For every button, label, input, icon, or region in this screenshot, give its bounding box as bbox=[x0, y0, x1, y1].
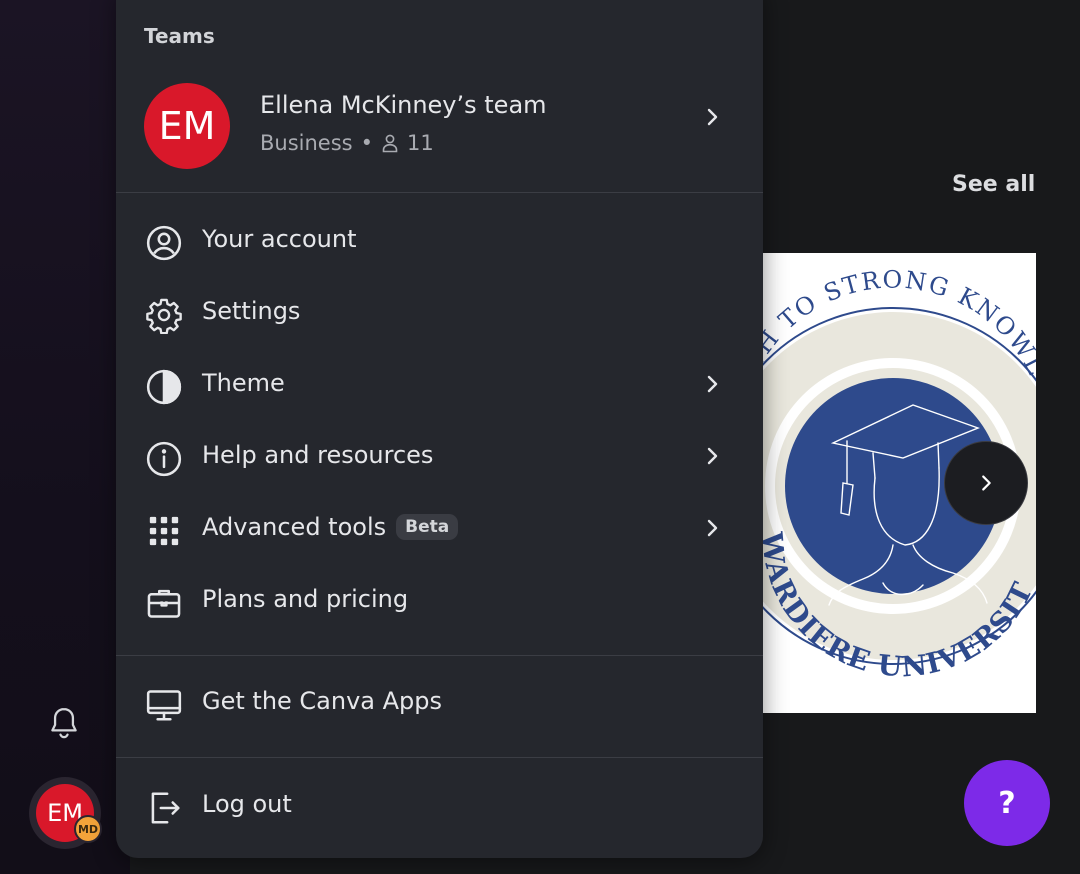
menu-item-log-out[interactable]: Log out bbox=[116, 775, 763, 837]
gear-icon bbox=[144, 295, 184, 335]
user-avatar-button[interactable]: EM MD bbox=[29, 777, 102, 849]
team-plan: Business bbox=[260, 131, 353, 155]
menu-divider bbox=[116, 655, 763, 656]
see-all-link[interactable]: See all bbox=[952, 172, 1035, 197]
menu-divider bbox=[116, 192, 763, 193]
team-avatar: EM bbox=[144, 83, 230, 169]
menu-item-label: Settings bbox=[202, 297, 301, 325]
menu-item-label-group: Advanced tools Beta bbox=[202, 513, 459, 541]
menu-item-label: Your account bbox=[202, 225, 357, 253]
menu-item-label: Get the Canva Apps bbox=[202, 687, 443, 715]
team-item[interactable]: EM Ellena McKinney’s team Business • 11 bbox=[116, 75, 763, 173]
logout-icon bbox=[144, 788, 184, 828]
half-circle-icon bbox=[144, 367, 184, 407]
chevron-right-icon bbox=[700, 444, 724, 472]
meta-separator: • bbox=[360, 131, 373, 155]
app-root: EM MD See all YOUR PATH TO STRONG KNOWL … bbox=[0, 0, 1080, 874]
team-badge: MD bbox=[74, 815, 102, 843]
left-rail: EM MD bbox=[0, 0, 130, 874]
team-meta: Business • 11 bbox=[260, 131, 434, 155]
menu-item-label: Log out bbox=[202, 790, 292, 818]
team-member-count: 11 bbox=[407, 131, 434, 155]
chevron-right-icon bbox=[700, 372, 724, 400]
help-button[interactable]: ? bbox=[964, 760, 1050, 846]
chevron-right-icon bbox=[700, 105, 724, 133]
info-icon bbox=[144, 439, 184, 479]
menu-item-get-apps[interactable]: Get the Canva Apps bbox=[116, 672, 763, 734]
grid-dots-icon bbox=[144, 511, 184, 551]
menu-divider bbox=[116, 757, 763, 758]
teams-section-title: Teams bbox=[144, 24, 215, 48]
menu-item-settings[interactable]: Settings bbox=[116, 282, 763, 344]
menu-item-label: Theme bbox=[202, 369, 285, 397]
member-person-icon bbox=[382, 134, 398, 153]
menu-item-label: Plans and pricing bbox=[202, 585, 409, 613]
chevron-right-icon bbox=[982, 475, 991, 491]
menu-item-plans-and-pricing[interactable]: Plans and pricing bbox=[116, 570, 763, 632]
team-name: Ellena McKinney’s team bbox=[260, 91, 547, 119]
briefcase-icon bbox=[144, 583, 184, 623]
notifications-bell-icon[interactable] bbox=[44, 704, 84, 744]
menu-item-label: Help and resources bbox=[202, 441, 434, 469]
menu-item-advanced-tools[interactable]: Advanced tools Beta bbox=[116, 498, 763, 560]
carousel-next-button[interactable] bbox=[944, 441, 1028, 525]
chevron-right-icon bbox=[700, 516, 724, 544]
menu-item-help-and-resources[interactable]: Help and resources bbox=[116, 426, 763, 488]
user-circle-icon bbox=[144, 223, 184, 263]
beta-badge: Beta bbox=[396, 514, 459, 540]
account-menu: Teams EM Ellena McKinney’s team Business… bbox=[116, 0, 763, 858]
menu-item-theme[interactable]: Theme bbox=[116, 354, 763, 416]
menu-item-label: Advanced tools bbox=[202, 513, 387, 541]
monitor-icon bbox=[144, 685, 184, 725]
menu-item-your-account[interactable]: Your account bbox=[116, 210, 763, 272]
